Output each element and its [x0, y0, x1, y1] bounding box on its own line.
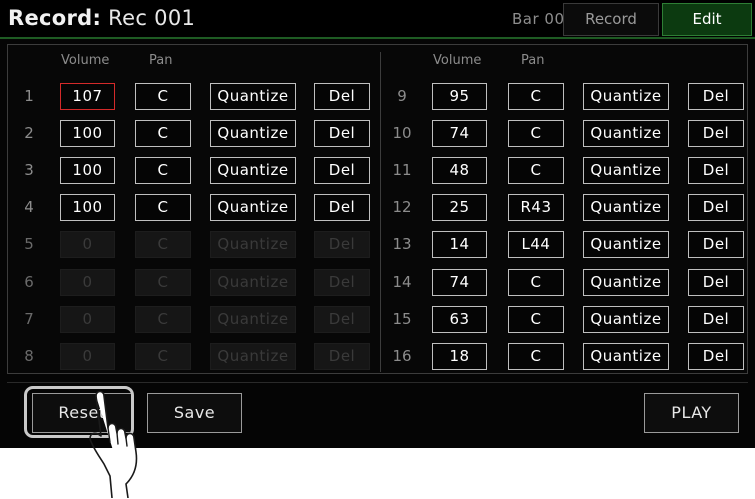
quantize-button[interactable]: Quantize — [210, 194, 296, 221]
track-number: 15 — [392, 310, 412, 328]
volume-field[interactable]: 100 — [60, 120, 115, 147]
track-number: 7 — [24, 310, 34, 328]
volume-field[interactable]: 14 — [432, 231, 487, 258]
column-divider — [380, 52, 381, 372]
pan-field[interactable]: R43 — [508, 194, 564, 221]
delete-button[interactable]: Del — [688, 157, 744, 184]
volume-field[interactable]: 100 — [60, 194, 115, 221]
pan-field: C — [135, 306, 191, 333]
quantize-button[interactable]: Quantize — [583, 343, 669, 370]
volume-field[interactable]: 107 — [60, 83, 115, 110]
volume-field: 0 — [60, 306, 115, 333]
pan-field[interactable]: C — [508, 120, 564, 147]
track-number: 3 — [24, 161, 34, 179]
volume-field[interactable]: 48 — [432, 157, 487, 184]
volume-header-right: Volume — [433, 53, 482, 68]
volume-field: 0 — [60, 343, 115, 370]
delete-button[interactable]: Del — [314, 120, 370, 147]
quantize-button[interactable]: Quantize — [583, 194, 669, 221]
page-title-label: Record: — [8, 6, 102, 30]
pan-field[interactable]: C — [508, 83, 564, 110]
quantize-button[interactable]: Quantize — [583, 120, 669, 147]
tab-record[interactable]: Record — [563, 3, 659, 36]
quantize-button: Quantize — [210, 231, 296, 258]
quantize-button[interactable]: Quantize — [210, 157, 296, 184]
record-screen: Record: Rec 001 Bar 0001:01 Record Edit … — [0, 0, 755, 448]
track-number: 11 — [392, 161, 412, 179]
delete-button[interactable]: Del — [688, 306, 744, 333]
pan-field[interactable]: C — [135, 83, 191, 110]
pan-field[interactable]: L44 — [508, 231, 564, 258]
pan-field[interactable]: C — [135, 157, 191, 184]
delete-button[interactable]: Del — [688, 120, 744, 147]
volume-field[interactable]: 74 — [432, 120, 487, 147]
header-bar: Record: Rec 001 Bar 0001:01 Record Edit — [0, 0, 755, 38]
track-number: 14 — [392, 273, 412, 291]
page-title-name: Rec 001 — [108, 6, 196, 30]
quantize-button[interactable]: Quantize — [583, 83, 669, 110]
volume-field[interactable]: 63 — [432, 306, 487, 333]
tab-edit[interactable]: Edit — [662, 3, 752, 36]
pan-field: C — [135, 231, 191, 258]
track-number: 16 — [392, 347, 412, 365]
play-button[interactable]: PLAY — [644, 393, 739, 433]
track-number: 8 — [24, 347, 34, 365]
pan-field[interactable]: C — [508, 306, 564, 333]
delete-button: Del — [314, 343, 370, 370]
page-title: Record: Rec 001 — [8, 6, 195, 30]
delete-button: Del — [314, 306, 370, 333]
footer-divider — [7, 382, 748, 383]
track-number: 2 — [24, 124, 34, 142]
delete-button[interactable]: Del — [688, 83, 744, 110]
volume-header-left: Volume — [61, 53, 110, 68]
track-number: 1 — [24, 87, 34, 105]
track-number: 9 — [397, 87, 407, 105]
track-number: 4 — [24, 198, 34, 216]
pan-field[interactable]: C — [508, 269, 564, 296]
volume-field[interactable]: 95 — [432, 83, 487, 110]
volume-field: 0 — [60, 269, 115, 296]
quantize-button: Quantize — [210, 306, 296, 333]
track-number: 5 — [24, 235, 34, 253]
pan-field[interactable]: C — [508, 157, 564, 184]
delete-button: Del — [314, 269, 370, 296]
volume-field[interactable]: 100 — [60, 157, 115, 184]
delete-button[interactable]: Del — [688, 269, 744, 296]
volume-field[interactable]: 74 — [432, 269, 487, 296]
quantize-button[interactable]: Quantize — [210, 83, 296, 110]
track-number: 6 — [24, 273, 34, 291]
track-number: 13 — [392, 235, 412, 253]
header-divider — [0, 37, 755, 39]
quantize-button[interactable]: Quantize — [210, 120, 296, 147]
pan-field[interactable]: C — [135, 194, 191, 221]
pan-field[interactable]: C — [135, 120, 191, 147]
pointing-hand-icon — [89, 390, 138, 498]
volume-field[interactable]: 18 — [432, 343, 487, 370]
quantize-button[interactable]: Quantize — [583, 157, 669, 184]
delete-button[interactable]: Del — [688, 343, 744, 370]
pan-field: C — [135, 343, 191, 370]
pan-field: C — [135, 269, 191, 296]
delete-button[interactable]: Del — [688, 194, 744, 221]
quantize-button[interactable]: Quantize — [583, 306, 669, 333]
pan-header-left: Pan — [149, 53, 173, 68]
pan-field[interactable]: C — [508, 343, 564, 370]
track-number: 10 — [392, 124, 412, 142]
delete-button[interactable]: Del — [314, 194, 370, 221]
quantize-button[interactable]: Quantize — [583, 269, 669, 296]
quantize-button[interactable]: Quantize — [583, 231, 669, 258]
delete-button[interactable]: Del — [314, 83, 370, 110]
volume-field[interactable]: 25 — [432, 194, 487, 221]
volume-field: 0 — [60, 231, 115, 258]
quantize-button: Quantize — [210, 343, 296, 370]
pan-header-right: Pan — [521, 53, 545, 68]
delete-button: Del — [314, 231, 370, 258]
delete-button[interactable]: Del — [688, 231, 744, 258]
delete-button[interactable]: Del — [314, 157, 370, 184]
track-number: 12 — [392, 198, 412, 216]
quantize-button: Quantize — [210, 269, 296, 296]
